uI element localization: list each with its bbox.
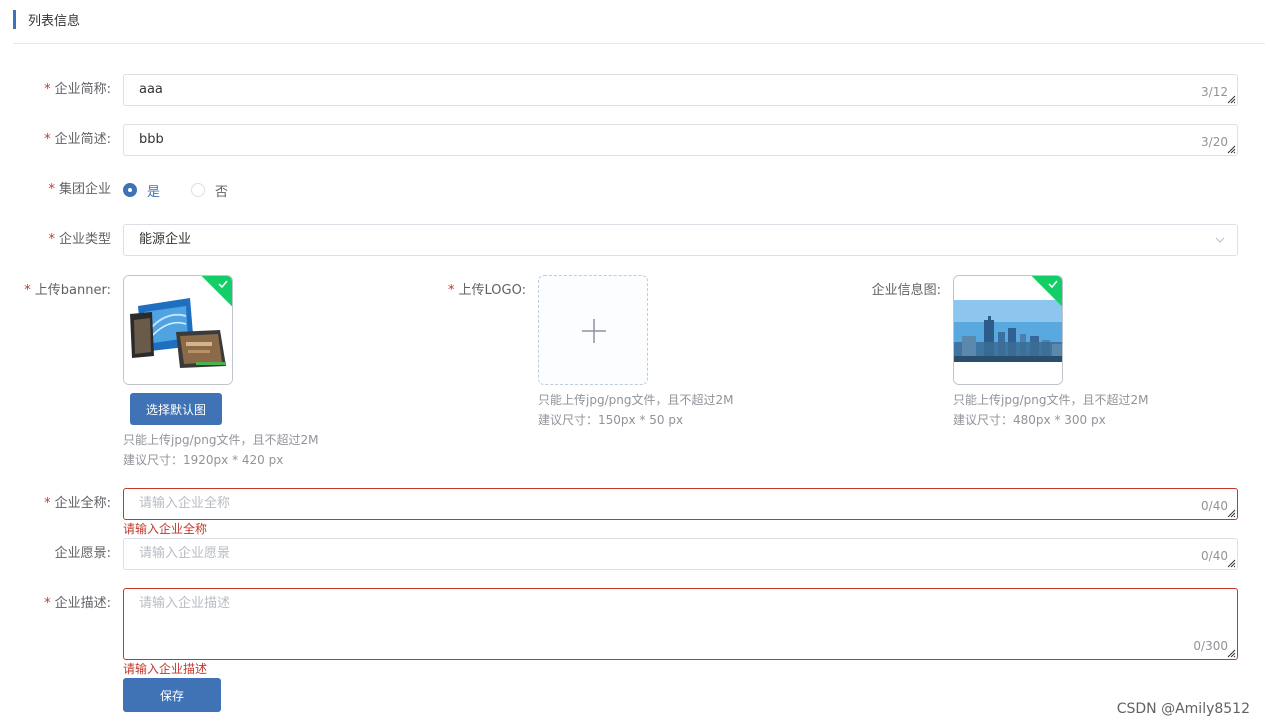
full-name-counter: 0/40 [1201, 499, 1228, 513]
section-title: 列表信息 [28, 14, 81, 29]
short-name-label-text: 企业简称: [54, 82, 111, 97]
logo-hint-size: 建议尺寸：150px * 50 px [538, 413, 684, 427]
full-name-input[interactable]: 请输入企业全称 0/40 [123, 488, 1238, 520]
description-counter: 0/300 [1193, 639, 1228, 653]
info-image-uploader[interactable] [953, 275, 1063, 385]
description-textarea[interactable]: 请输入企业描述 0/300 [123, 588, 1238, 660]
radio-no-dot[interactable] [191, 183, 205, 197]
full-name-label-text: 企业全称: [54, 496, 111, 511]
logo-label: * 上传LOGO: [415, 275, 526, 307]
info-image-hint-size: 建议尺寸：480px * 300 px [953, 413, 1106, 427]
banner-label: * 上传banner: [0, 275, 111, 307]
logo-label-text: 上传LOGO: [458, 283, 526, 298]
required-mark: * [48, 232, 55, 247]
radio-no[interactable]: 否 [191, 181, 228, 200]
resize-handle-icon[interactable] [1227, 649, 1236, 658]
vision-counter: 0/40 [1201, 549, 1228, 563]
group-label: * 集团企业 [0, 174, 111, 206]
watermark: CSDN @Amily8512 [1116, 701, 1250, 717]
brief-input[interactable]: bbb 3/20 [123, 124, 1238, 156]
info-image-label: 企业信息图: [871, 283, 941, 298]
type-label: * 企业类型 [0, 224, 111, 256]
save-button[interactable]: 保存 [123, 678, 221, 712]
brief-counter: 3/20 [1201, 135, 1228, 149]
brief-value: bbb [139, 132, 164, 147]
required-mark: * [44, 82, 51, 97]
radio-yes[interactable]: 是 [123, 181, 160, 200]
type-value: 能源企业 [139, 232, 192, 247]
resize-handle-icon[interactable] [1227, 95, 1236, 104]
banner-hint-format: 只能上传jpg/png文件，且不超过2M [123, 433, 319, 447]
resize-handle-icon[interactable] [1227, 559, 1236, 568]
required-mark: * [44, 496, 51, 511]
logo-hint-format: 只能上传jpg/png文件，且不超过2M [538, 393, 734, 407]
description-label: * 企业描述: [0, 588, 111, 620]
type-select[interactable]: 能源企业 [123, 224, 1238, 256]
required-mark: * [48, 182, 55, 197]
vision-placeholder: 请输入企业愿景 [139, 546, 231, 561]
section-accent-bar [13, 10, 16, 29]
radio-yes-dot[interactable] [123, 183, 137, 197]
banner-hint-size: 建议尺寸：1920px * 420 px [123, 453, 284, 467]
resize-handle-icon[interactable] [1227, 509, 1236, 518]
short-name-counter: 3/12 [1201, 85, 1228, 99]
plus-icon[interactable] [581, 318, 607, 344]
group-label-text: 集团企业 [58, 182, 111, 197]
logo-uploader[interactable] [538, 275, 648, 385]
full-name-placeholder: 请输入企业全称 [139, 496, 231, 511]
full-name-label: * 企业全称: [0, 488, 111, 520]
banner-uploader[interactable] [123, 275, 233, 385]
required-mark: * [24, 283, 31, 298]
description-label-text: 企业描述: [54, 596, 111, 611]
section-header: 列表信息 [13, 10, 80, 29]
check-icon [218, 280, 228, 289]
brief-label-text: 企业简述: [54, 132, 111, 147]
radio-yes-label[interactable]: 是 [147, 181, 160, 200]
description-error: 请输入企业描述 [123, 662, 208, 676]
info-image-hint-format: 只能上传jpg/png文件，且不超过2M [953, 393, 1149, 407]
banner-label-text: 上传banner: [34, 283, 111, 298]
brief-label: * 企业简述: [0, 124, 111, 156]
info-image-preview [954, 276, 1062, 384]
description-placeholder: 请输入企业描述 [139, 596, 231, 611]
short-name-value: aaa [139, 82, 163, 97]
select-default-image-button[interactable]: 选择默认图 [130, 393, 222, 425]
chevron-down-icon[interactable] [1215, 235, 1225, 245]
resize-handle-icon[interactable] [1227, 145, 1236, 154]
required-mark: * [448, 283, 455, 298]
radio-no-label[interactable]: 否 [215, 181, 228, 200]
required-mark: * [44, 596, 51, 611]
header-divider [13, 43, 1265, 44]
required-mark: * [44, 132, 51, 147]
type-label-text: 企业类型 [58, 232, 111, 247]
check-icon [1048, 280, 1058, 289]
short-name-label: * 企业简称: [0, 74, 111, 106]
short-name-input[interactable]: aaa 3/12 [123, 74, 1238, 106]
vision-input[interactable]: 请输入企业愿景 0/40 [123, 538, 1238, 570]
vision-label: 企业愿景: [54, 546, 111, 561]
banner-preview-image [124, 276, 232, 384]
full-name-error: 请输入企业全称 [123, 522, 208, 536]
